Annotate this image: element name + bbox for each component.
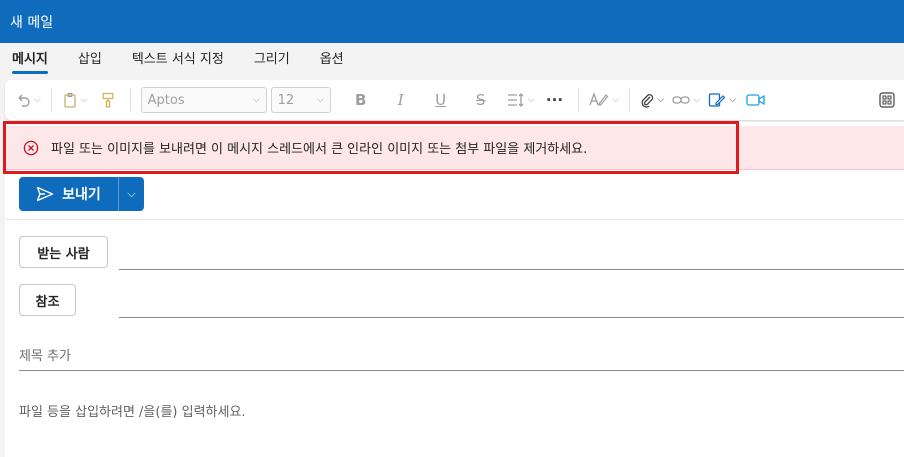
send-label: 보내기 [62,187,101,203]
format-painter-icon [102,92,114,108]
send-options-button[interactable]: ⌵ [118,177,144,211]
italic-button[interactable]: I [389,86,413,114]
tab-draw[interactable]: 그리기 [254,43,290,77]
link-icon [672,96,690,104]
strikethrough-button[interactable]: S [469,86,493,114]
chevron-down-icon: ⌵ [252,95,260,105]
chevron-down-icon: ⌵ [80,95,88,105]
send-split-button: 보내기 ⌵ [19,177,144,211]
video-camera-icon [746,94,765,106]
editor-button[interactable]: ⌵ [589,86,619,114]
send-icon [36,186,54,202]
undo-icon [18,94,30,107]
paste-button[interactable]: ⌵ [62,86,88,114]
error-circle-icon [23,140,39,155]
italic-icon: I [397,91,404,109]
chevron-down-icon: ⌵ [34,95,41,105]
chevron-down-icon: ⌵ [729,95,736,105]
title-bar: 새 메일 [0,0,904,43]
error-banner: 파일 또는 이미지를 보내려면 이 메시지 스레드에서 큰 인라인 이미지 또는… [5,126,904,170]
teams-meeting-button[interactable] [744,86,768,114]
tab-insert[interactable]: 삽입 [78,43,102,77]
chevron-down-icon: ⌵ [527,95,535,105]
cc-input[interactable] [119,317,904,318]
apps-button[interactable] [874,87,900,113]
subject-input[interactable]: 제목 추가 [19,345,71,364]
cc-button[interactable]: 참조 [19,284,76,316]
error-message: 파일 또는 이미지를 보내려면 이 메시지 스레드에서 큰 인라인 이미지 또는… [51,142,588,157]
signature-button[interactable]: ⌵ [708,86,736,114]
toolbar-separator [578,88,580,112]
bold-button[interactable]: B [349,86,373,114]
chevron-down-icon: ⌵ [316,95,324,105]
font-size-select[interactable]: 12 ⌵ [270,87,331,113]
attach-file-button[interactable]: ⌵ [640,86,664,114]
strikethrough-icon: S [475,91,486,109]
window-title: 새 메일 [10,14,54,31]
chevron-down-icon: ⌵ [657,95,665,105]
font-name-select[interactable]: Aptos ⌵ [140,87,267,113]
chevron-down-icon: ⌵ [127,187,136,200]
font-name-value: Aptos [147,92,185,108]
ribbon-tabs: 메시지 삽입 텍스트 서식 지정 그리기 옵션 [0,43,904,77]
toolbar-separator [50,88,52,112]
underline-icon: U [435,91,447,109]
message-body[interactable]: 파일 등을 삽입하려면 /을(를) 입력하세요. [19,401,246,420]
clipboard-icon [64,92,76,108]
bold-icon: B [354,91,367,109]
insert-link-button[interactable]: ⌵ [672,86,700,114]
to-button[interactable]: 받는 사람 [19,236,108,268]
more-options-button[interactable]: ··· [542,86,566,114]
chevron-down-icon: ⌵ [693,95,701,105]
toolbar-separator [129,88,131,112]
line-spacing-button[interactable]: ⌵ [507,86,535,114]
cc-label: 참조 [35,294,60,310]
apps-grid-icon [879,92,895,108]
chevron-down-icon: ⌵ [612,95,620,105]
to-input[interactable] [119,269,904,270]
subject-underline [19,370,904,371]
section-divider [5,219,904,220]
to-label: 받는 사람 [37,246,90,262]
line-spacing-icon [507,93,524,107]
undo-button[interactable]: ⌵ [15,86,41,114]
font-size-value: 12 [277,92,295,108]
format-painter-button[interactable] [96,86,120,114]
ribbon-toolbar: ⌵ ⌵ Aptos ⌵ 12 ⌵ B I U S ⌵ ··· ⌵ ⌵ ⌵ ⌵ [5,80,904,120]
paperclip-icon [641,94,654,108]
tab-options[interactable]: 옵션 [320,43,344,77]
signature-icon [708,93,726,107]
editor-icon [589,92,609,106]
toolbar-separator [629,88,631,112]
send-button[interactable]: 보내기 [19,177,118,211]
more-icon: ··· [545,91,564,109]
underline-button[interactable]: U [429,86,453,114]
tab-format-text[interactable]: 텍스트 서식 지정 [132,43,224,77]
tab-message[interactable]: 메시지 [12,43,48,77]
